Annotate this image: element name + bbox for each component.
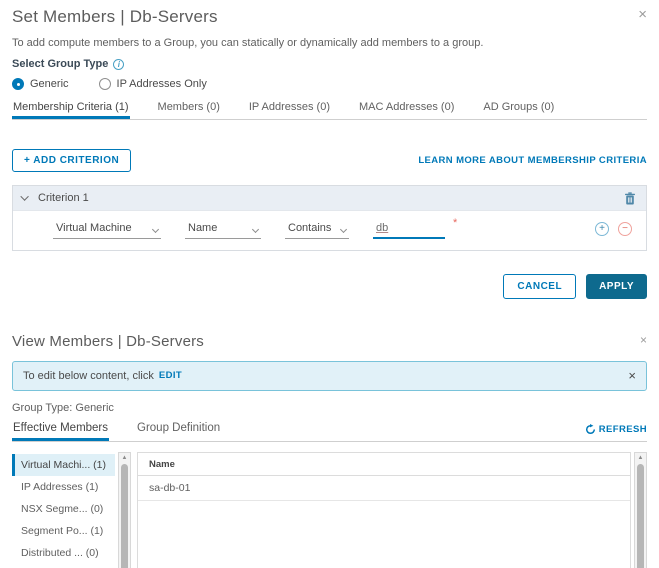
members-content: Virtual Machi... (1) IP Addresses (1) NS… bbox=[12, 452, 647, 568]
required-marker: * bbox=[453, 217, 457, 229]
category-virtual-machines[interactable]: Virtual Machi... (1) bbox=[12, 454, 115, 476]
chevron-down-icon bbox=[252, 225, 259, 232]
table-scrollbar[interactable]: ▲ ▼ bbox=[634, 452, 647, 568]
criterion-row-actions: + − bbox=[595, 222, 632, 236]
tab-ad-groups[interactable]: AD Groups (0) bbox=[482, 101, 555, 119]
remove-row-icon[interactable]: − bbox=[618, 222, 632, 236]
tab-members[interactable]: Members (0) bbox=[157, 101, 221, 119]
group-type-value: Group Type: Generic bbox=[12, 402, 647, 414]
tab-ip-addresses[interactable]: IP Addresses (0) bbox=[248, 101, 331, 119]
dialog-description: To add compute members to a Group, you c… bbox=[12, 37, 647, 49]
scrollbar-thumb[interactable] bbox=[637, 464, 644, 568]
trash-icon bbox=[624, 192, 636, 205]
group-type-radios: Generic IP Addresses Only bbox=[12, 78, 647, 90]
property-value: Name bbox=[188, 222, 217, 234]
refresh-icon bbox=[585, 424, 596, 435]
edit-link[interactable]: EDIT bbox=[159, 370, 182, 381]
refresh-label: REFRESH bbox=[599, 424, 647, 435]
table-row[interactable]: sa-db-01 bbox=[138, 476, 630, 501]
chevron-down-icon bbox=[152, 225, 159, 232]
close-icon[interactable]: × bbox=[640, 333, 647, 348]
category-scrollbar[interactable]: ▲ ▼ bbox=[118, 452, 131, 568]
banner-close-icon[interactable]: × bbox=[628, 368, 636, 383]
radio-ip-addresses-only[interactable]: IP Addresses Only bbox=[99, 78, 207, 90]
group-type-row: Select Group Type i bbox=[12, 58, 647, 70]
criterion-body: Virtual Machine Name Contains db * + − bbox=[13, 210, 646, 250]
learn-more-link[interactable]: LEARN MORE ABOUT MEMBERSHIP CRITERIA bbox=[418, 155, 647, 166]
view-members-tabs: Effective Members Group Definition REFRE… bbox=[12, 422, 647, 442]
tab-membership-criteria[interactable]: Membership Criteria (1) bbox=[12, 101, 130, 119]
operator-select[interactable]: Contains bbox=[285, 219, 349, 239]
radio-unselected-icon bbox=[99, 78, 111, 90]
scroll-up-icon[interactable]: ▲ bbox=[638, 453, 644, 463]
category-distributed-1[interactable]: Distributed ... (0) bbox=[12, 542, 115, 564]
set-members-footer: CANCEL APPLY bbox=[12, 274, 647, 299]
view-members-title: View Members | Db-Servers bbox=[12, 333, 204, 350]
view-members-header: View Members | Db-Servers × bbox=[12, 333, 647, 350]
delete-criterion-button[interactable] bbox=[624, 192, 636, 205]
view-members-dialog: View Members | Db-Servers × To edit belo… bbox=[0, 333, 659, 568]
scroll-up-icon[interactable]: ▲ bbox=[122, 453, 128, 463]
operator-value: Contains bbox=[288, 222, 331, 234]
page-title: Set Members | Db-Servers bbox=[12, 7, 218, 27]
member-type-value: Virtual Machine bbox=[56, 222, 132, 234]
tab-effective-members[interactable]: Effective Members bbox=[12, 422, 109, 441]
scrollbar-thumb[interactable] bbox=[121, 464, 128, 568]
criteria-actions-row: + ADD CRITERION LEARN MORE ABOUT MEMBERS… bbox=[12, 149, 647, 172]
apply-button[interactable]: APPLY bbox=[586, 274, 647, 299]
criterion-title: Criterion 1 bbox=[38, 192, 89, 204]
membership-tabs: Membership Criteria (1) Members (0) IP A… bbox=[12, 101, 647, 120]
cancel-button[interactable]: CANCEL bbox=[503, 274, 576, 299]
radio-selected-icon bbox=[12, 78, 24, 90]
info-icon[interactable]: i bbox=[113, 59, 124, 70]
category-ip-addresses[interactable]: IP Addresses (1) bbox=[12, 476, 115, 498]
radio-generic[interactable]: Generic bbox=[12, 78, 69, 90]
radio-ip-label: IP Addresses Only bbox=[117, 78, 207, 90]
criterion-value: db bbox=[376, 222, 388, 234]
criterion-header[interactable]: Criterion 1 bbox=[13, 186, 646, 210]
add-criterion-button[interactable]: + ADD CRITERION bbox=[12, 149, 131, 172]
member-category-list: Virtual Machi... (1) IP Addresses (1) NS… bbox=[12, 452, 115, 568]
member-type-select[interactable]: Virtual Machine bbox=[53, 219, 161, 239]
table-header-name: Name bbox=[138, 453, 630, 476]
criterion-value-input[interactable]: db bbox=[373, 219, 445, 239]
set-members-dialog: Set Members | Db-Servers × To add comput… bbox=[0, 0, 659, 299]
edit-info-banner: To edit below content, click EDIT × bbox=[12, 361, 647, 391]
radio-generic-label: Generic bbox=[30, 78, 69, 90]
category-segment-ports[interactable]: Segment Po... (1) bbox=[12, 520, 115, 542]
category-distributed-2[interactable]: Distributed ... (0) bbox=[12, 564, 115, 568]
close-icon[interactable]: × bbox=[638, 7, 647, 22]
group-type-label: Select Group Type bbox=[12, 58, 108, 70]
set-members-header: Set Members | Db-Servers × bbox=[12, 7, 647, 27]
chevron-down-icon bbox=[20, 192, 28, 200]
add-row-icon[interactable]: + bbox=[595, 222, 609, 236]
tab-group-definition[interactable]: Group Definition bbox=[136, 422, 221, 441]
category-nsx-segments[interactable]: NSX Segme... (0) bbox=[12, 498, 115, 520]
refresh-button[interactable]: REFRESH bbox=[585, 424, 647, 441]
banner-text: To edit below content, click bbox=[23, 370, 154, 382]
chevron-down-icon bbox=[340, 225, 347, 232]
members-table: Name sa-db-01 1 - 1 of 1 bbox=[137, 452, 631, 568]
criterion-card: Criterion 1 Virtual Machine Name bbox=[12, 185, 647, 251]
property-select[interactable]: Name bbox=[185, 219, 261, 239]
tab-mac-addresses[interactable]: MAC Addresses (0) bbox=[358, 101, 455, 119]
